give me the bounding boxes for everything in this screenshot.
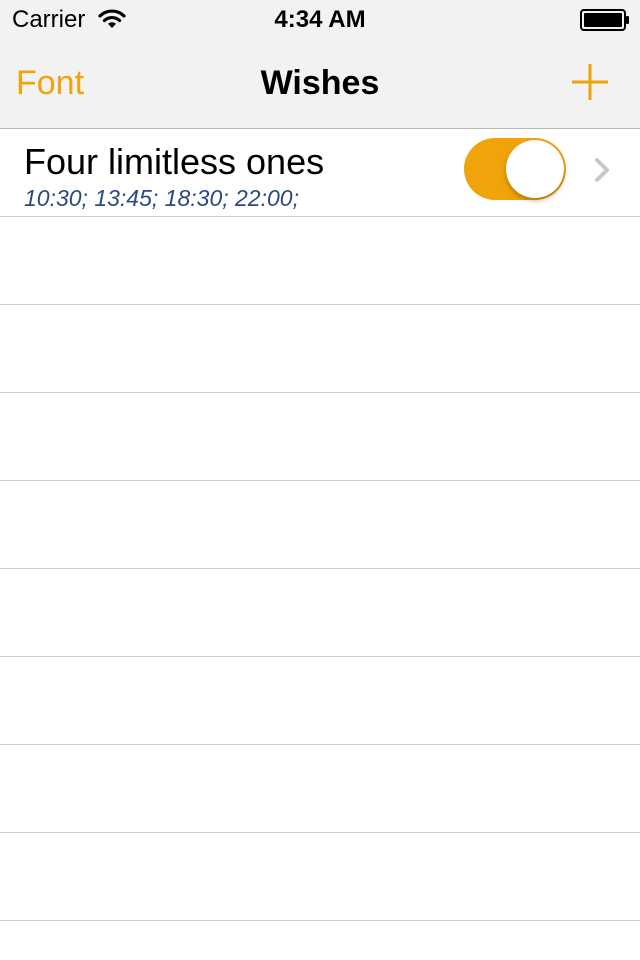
top-bar: Carrier 4:34 AM Font Wishes (0, 0, 640, 129)
status-time: 4:34 AM (274, 6, 366, 33)
wish-times: 10:30; 13:45; 18:30; 22:00; (24, 185, 299, 211)
wishes-table: Four limitless ones 10:30; 13:45; 18:30;… (0, 129, 640, 921)
wish-title: Four limitless ones (24, 141, 325, 182)
screen: Carrier 4:34 AM Font Wishes Four limitle… (0, 0, 640, 960)
wish-enabled-toggle[interactable] (464, 138, 566, 200)
wish-row[interactable]: Four limitless ones 10:30; 13:45; 18:30;… (0, 129, 640, 217)
empty-row (0, 569, 640, 657)
toggle-knob (506, 140, 564, 198)
chevron-right-icon (595, 158, 609, 182)
empty-row (0, 393, 640, 481)
empty-row (0, 745, 640, 833)
empty-row (0, 657, 640, 745)
battery-full-icon (580, 9, 629, 31)
empty-row (0, 305, 640, 393)
status-bar: Carrier 4:34 AM (0, 0, 640, 40)
navigation-bar: Font Wishes (0, 40, 640, 128)
plus-icon[interactable] (570, 62, 610, 102)
empty-row (0, 217, 640, 305)
empty-row (0, 833, 640, 921)
empty-row (0, 481, 640, 569)
page-title: Wishes (260, 64, 380, 102)
